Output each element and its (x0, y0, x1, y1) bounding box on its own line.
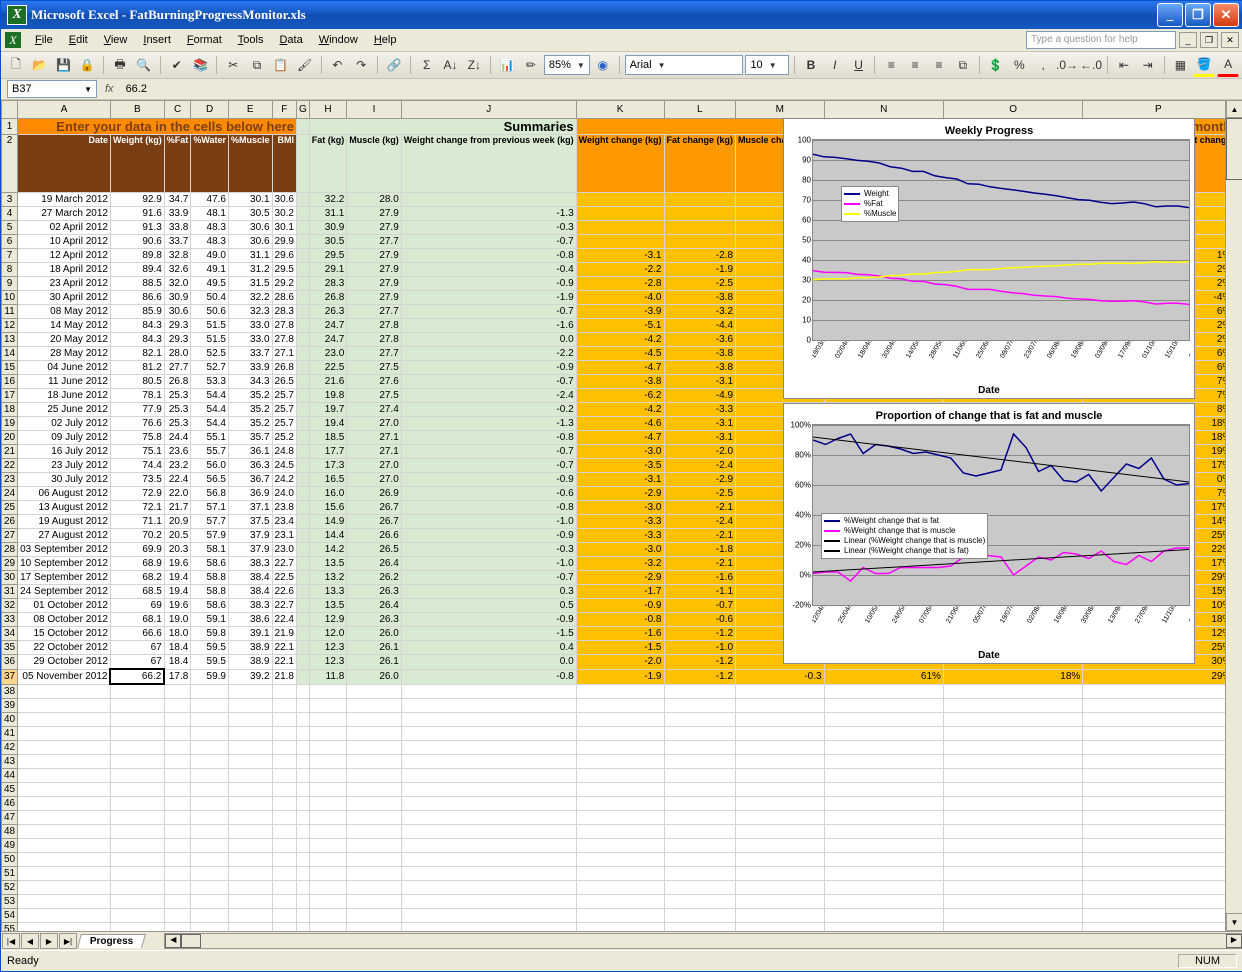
print-icon[interactable]: 🖶 (109, 54, 131, 76)
format-painter-icon[interactable]: 🖌 (294, 54, 316, 76)
doc-restore[interactable]: ❐ (1200, 32, 1218, 48)
align-left-icon[interactable]: ≡ (880, 54, 902, 76)
font-color-icon[interactable]: A (1217, 53, 1239, 77)
horizontal-scrollbar[interactable]: ◀ ▶ (164, 933, 1242, 949)
tab-first[interactable]: |◀ (2, 933, 20, 949)
redo-icon[interactable]: ↷ (350, 54, 372, 76)
cut-icon[interactable]: ✂ (222, 54, 244, 76)
dec-decimal-icon[interactable]: ←.0 (1080, 54, 1102, 76)
sheet-tab-progress[interactable]: Progress (77, 934, 146, 948)
minimize-button[interactable]: _ (1157, 3, 1183, 27)
borders-icon[interactable]: ▦ (1170, 54, 1192, 76)
menu-bar: X FileEditViewInsertFormatToolsDataWindo… (1, 29, 1242, 52)
menu-data[interactable]: Data (271, 32, 310, 48)
undo-icon[interactable]: ↶ (327, 54, 349, 76)
doc-icon[interactable]: X (5, 32, 21, 48)
help-icon[interactable]: ◉ (592, 54, 614, 76)
sort-asc-icon[interactable]: A↓ (440, 54, 462, 76)
sheet-tab-bar: |◀ ◀ ▶ ▶| Progress ◀ ▶ (1, 931, 1242, 950)
hyperlink-icon[interactable]: 🔗 (383, 54, 405, 76)
name-box[interactable]: B37▼ (7, 80, 97, 98)
maximize-button[interactable]: ❐ (1185, 3, 1211, 27)
research-icon[interactable]: 📚 (190, 54, 212, 76)
underline-icon[interactable]: U (848, 54, 870, 76)
numlock-indicator: NUM (1178, 954, 1237, 968)
menu-tools[interactable]: Tools (230, 32, 272, 48)
percent-icon[interactable]: % (1008, 54, 1030, 76)
drawing-icon[interactable]: ✏ (520, 54, 542, 76)
font-size-combo[interactable]: 10▼ (745, 55, 789, 75)
menu-insert[interactable]: Insert (135, 32, 179, 48)
dec-indent-icon[interactable]: ⇤ (1113, 54, 1135, 76)
italic-icon[interactable]: I (824, 54, 846, 76)
paste-icon[interactable]: 📋 (270, 54, 292, 76)
close-button[interactable]: ✕ (1213, 3, 1239, 27)
permission-icon[interactable]: 🔒 (76, 54, 98, 76)
doc-close[interactable]: ✕ (1221, 32, 1239, 48)
help-search[interactable]: Type a question for help (1026, 31, 1176, 49)
save-icon[interactable]: 💾 (53, 54, 75, 76)
currency-icon[interactable]: 💲 (985, 54, 1007, 76)
excel-icon: X (7, 5, 27, 25)
sort-desc-icon[interactable]: Z↓ (463, 54, 485, 76)
chart[interactable]: Weekly Progress0102030405060708090100Wei… (783, 118, 1195, 399)
bold-icon[interactable]: B (800, 54, 822, 76)
merge-icon[interactable]: ⧉ (952, 54, 974, 76)
menu-window[interactable]: Window (311, 32, 366, 48)
chart[interactable]: Proportion of change that is fat and mus… (783, 403, 1195, 664)
window-title: Microsoft Excel - FatBurningProgressMoni… (31, 7, 306, 23)
menu-edit[interactable]: Edit (61, 32, 96, 48)
formula-value[interactable]: 66.2 (122, 83, 147, 95)
inc-indent-icon[interactable]: ⇥ (1137, 54, 1159, 76)
tab-next[interactable]: ▶ (40, 933, 58, 949)
vertical-scrollbar[interactable]: ▲ ▼ (1225, 100, 1242, 931)
open-icon[interactable]: 📂 (29, 54, 51, 76)
menu-file[interactable]: File (27, 32, 61, 48)
comma-icon[interactable]: , (1032, 54, 1054, 76)
menu-format[interactable]: Format (179, 32, 230, 48)
align-right-icon[interactable]: ≡ (928, 54, 950, 76)
status-bar: Ready NUM (1, 950, 1242, 971)
chart-icon[interactable]: 📊 (496, 54, 518, 76)
status-text: Ready (7, 955, 39, 967)
tab-last[interactable]: ▶| (59, 933, 77, 949)
formula-bar: B37▼ fx 66.2 (1, 79, 1242, 100)
fx-icon[interactable]: fx (105, 83, 114, 95)
font-name-combo[interactable]: Arial▼ (625, 55, 744, 75)
tab-prev[interactable]: ◀ (21, 933, 39, 949)
autosum-icon[interactable]: Σ (416, 54, 438, 76)
inc-decimal-icon[interactable]: .0→ (1056, 54, 1078, 76)
title-bar: X Microsoft Excel - FatBurningProgressMo… (1, 1, 1242, 29)
standard-toolbar: 🗋 📂 💾 🔒 🖶 🔍 ✔ 📚 ✂ ⧉ 📋 🖌 ↶ ↷ 🔗 Σ A↓ Z↓ 📊 … (1, 52, 1242, 79)
fill-color-icon[interactable]: 🪣 (1193, 53, 1215, 77)
copy-icon[interactable]: ⧉ (246, 54, 268, 76)
spell-icon[interactable]: ✔ (166, 54, 188, 76)
new-icon[interactable]: 🗋 (5, 54, 27, 76)
align-center-icon[interactable]: ≡ (904, 54, 926, 76)
menu-help[interactable]: Help (366, 32, 405, 48)
menu-view[interactable]: View (96, 32, 136, 48)
doc-minimize[interactable]: _ (1179, 32, 1197, 48)
preview-icon[interactable]: 🔍 (133, 54, 155, 76)
zoom-combo[interactable]: 85%▼ (544, 55, 590, 75)
